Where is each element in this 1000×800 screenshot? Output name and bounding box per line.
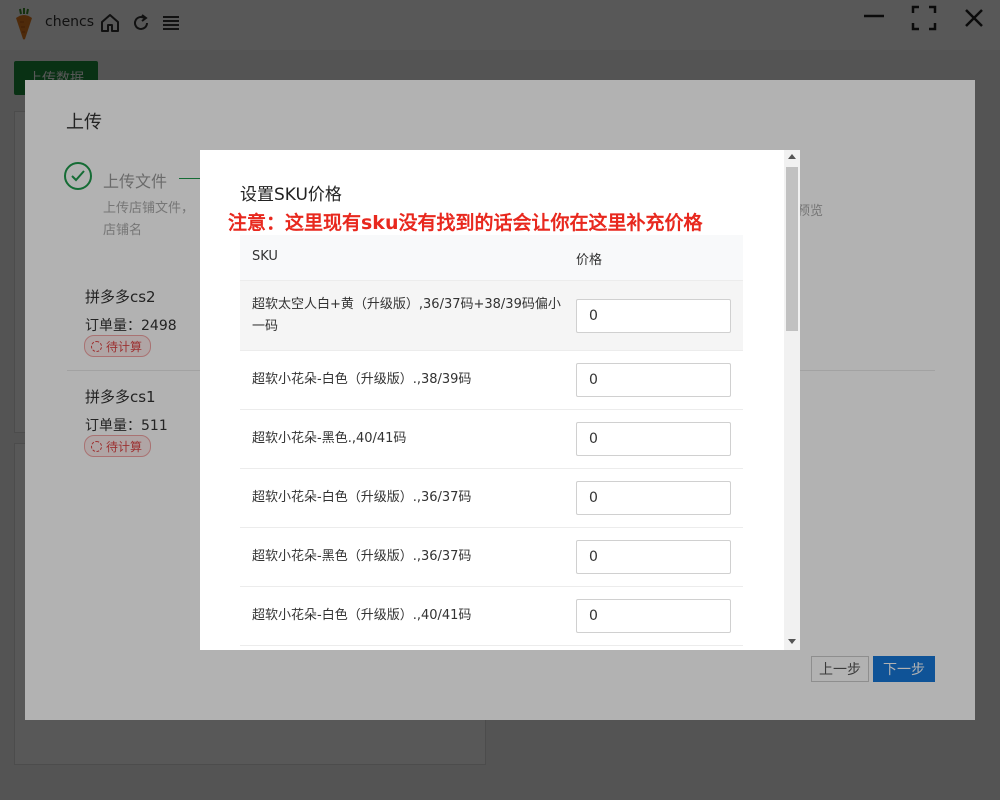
sku-name: 超软太空人白+黄（升级版）,36/37码+38/39码偏小一码 [252,296,561,334]
sku-price-dialog: 设置SKU价格 注意：这里现有sku没有找到的话会让你在这里补充价格 SKU 价… [200,150,800,650]
price-input[interactable] [576,422,731,456]
price-input[interactable] [576,363,731,397]
column-header-sku: SKU [252,249,278,264]
sku-name: 超软小花朵-白色（升级版）.,36/37码 [252,490,472,505]
column-header-price: 价格 [576,253,603,268]
dialog-title: 设置SKU价格 [240,185,342,205]
price-input[interactable] [576,299,731,333]
sku-name: 超软小花朵-白色（升级版）.,40/41码 [252,608,472,623]
table-row: 超软小花朵-黑色（升级版）.,36/37码 [240,528,743,587]
table-header: SKU 价格 [240,235,743,281]
sku-name: 超软小花朵-黑色.,40/41码 [252,431,407,446]
table-row: 超软小花朵-白色（升级版）.,36/37码 [240,469,743,528]
price-input[interactable] [576,481,731,515]
table-row: 超软小花朵-白色（升级版）.,40/41码 [240,587,743,646]
scroll-down-icon[interactable] [788,639,796,644]
sku-name: 超软小花朵-黑色（升级版）.,36/37码 [252,549,472,564]
scroll-up-icon[interactable] [788,154,796,159]
sku-name: 超软小花朵-白色（升级版）.,38/39码 [252,372,472,387]
table-row: 超软小花朵-白色（升级版）.,38/39码 [240,351,743,410]
scrollbar[interactable] [784,150,800,650]
sku-table: SKU 价格 超软太空人白+黄（升级版）,36/37码+38/39码偏小一码 超… [240,235,743,646]
table-row: 超软小花朵-黑色.,40/41码 [240,410,743,469]
notice-text: 注意：这里现有sku没有找到的话会让你在这里补充价格 [228,212,703,234]
scroll-thumb[interactable] [786,167,798,331]
table-row: 超软太空人白+黄（升级版）,36/37码+38/39码偏小一码 [240,281,743,351]
price-input[interactable] [576,540,731,574]
price-input[interactable] [576,599,731,633]
